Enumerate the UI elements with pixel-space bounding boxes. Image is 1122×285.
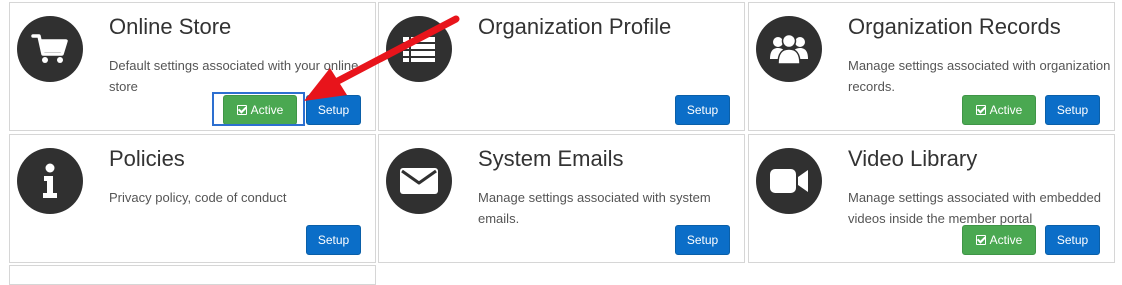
card-title: Organization Records <box>848 14 1061 39</box>
users-group-icon <box>756 16 822 82</box>
card-online-store: Online Store Default settings associated… <box>9 2 376 131</box>
video-camera-icon <box>756 148 822 214</box>
active-button-label: Active <box>989 233 1023 247</box>
active-button[interactable]: Active <box>962 225 1036 255</box>
card-organization-records: Organization Records Manage settings ass… <box>748 2 1115 131</box>
setup-button[interactable]: Setup <box>1045 225 1100 255</box>
setup-button[interactable]: Setup <box>306 95 361 125</box>
card-policies: Policies Privacy policy, code of conduct… <box>9 134 376 263</box>
envelope-icon <box>386 148 452 214</box>
card-description: Privacy policy, code of conduct <box>109 190 287 205</box>
setup-button-label: Setup <box>317 103 350 117</box>
setup-button-label: Setup <box>1056 233 1089 247</box>
card-description: Manage settings associated with organiza… <box>848 58 1111 94</box>
info-icon <box>17 148 83 214</box>
active-button-label: Active <box>989 103 1023 117</box>
setup-button[interactable]: Setup <box>1045 95 1100 125</box>
setup-button-label: Setup <box>317 233 350 247</box>
annotation-highlight-box <box>212 92 305 126</box>
active-button[interactable]: Active <box>962 95 1036 125</box>
checkbox-icon <box>975 105 986 115</box>
shopping-cart-icon <box>17 16 83 82</box>
card-video-library: Video Library Manage settings associated… <box>748 134 1115 263</box>
card-title: Organization Profile <box>478 14 672 39</box>
setup-button-label: Setup <box>1056 103 1089 117</box>
card-organization-profile: Organization Profile Setup <box>378 2 745 131</box>
checkbox-icon <box>975 235 986 245</box>
card-title: Online Store <box>109 14 232 39</box>
setup-button[interactable]: Setup <box>306 225 361 255</box>
card-title: Video Library <box>848 146 978 171</box>
card-partial <box>9 265 376 285</box>
card-title: Policies <box>109 146 185 171</box>
setup-button-label: Setup <box>686 233 719 247</box>
card-description: Manage settings associated with embedded… <box>848 190 1101 226</box>
card-title: System Emails <box>478 146 624 171</box>
list-icon <box>386 16 452 82</box>
card-description: Default settings associated with your on… <box>109 58 359 94</box>
card-description: Manage settings associated with system e… <box>478 190 711 226</box>
setup-button-label: Setup <box>686 103 719 117</box>
card-system-emails: System Emails Manage settings associated… <box>378 134 745 263</box>
setup-button[interactable]: Setup <box>675 95 730 125</box>
setup-button[interactable]: Setup <box>675 225 730 255</box>
